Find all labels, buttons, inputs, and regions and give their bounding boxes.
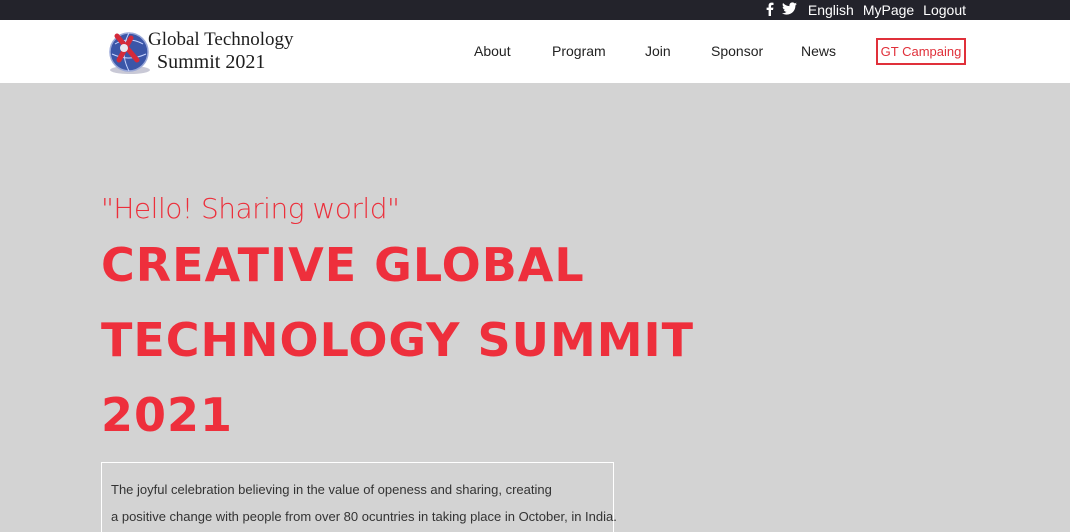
top-bar-links: English MyPage Logout [765,0,966,20]
nav-program[interactable]: Program [552,43,606,59]
nav-news[interactable]: News [801,43,836,59]
hero-title: CREATIVE GLOBAL TECHNOLOGY SUMMIT 2021 [101,228,741,453]
hero-title-line3: 2021 [101,388,234,442]
description-line2: a positive change with people from over … [111,509,617,524]
top-bar: English MyPage Logout [0,0,1070,20]
nav-about[interactable]: About [474,43,511,59]
gt-campaign-button[interactable]: GT Campaing [876,38,966,65]
nav-join[interactable]: Join [645,43,671,59]
main-menu: About Program Join Sponsor News GT Campa… [0,20,1070,83]
description-box: The joyful celebration believing in the … [101,462,617,532]
twitter-icon[interactable] [781,2,797,18]
hero-subtitle: "Hello! Sharing world" [101,192,400,225]
social-links [765,2,797,19]
hero-title-line1: CREATIVE GLOBAL [101,238,585,292]
nav-sponsor[interactable]: Sponsor [711,43,763,59]
logout-link[interactable]: Logout [923,2,966,18]
main-navbar: Global Technology Summit 2021 About Prog… [0,20,1070,83]
description-line1: The joyful celebration believing in the … [111,482,552,497]
mypage-link[interactable]: MyPage [863,2,914,18]
language-link[interactable]: English [808,2,854,18]
hero-title-line2: TECHNOLOGY SUMMIT [101,313,695,367]
facebook-icon[interactable] [765,2,774,19]
